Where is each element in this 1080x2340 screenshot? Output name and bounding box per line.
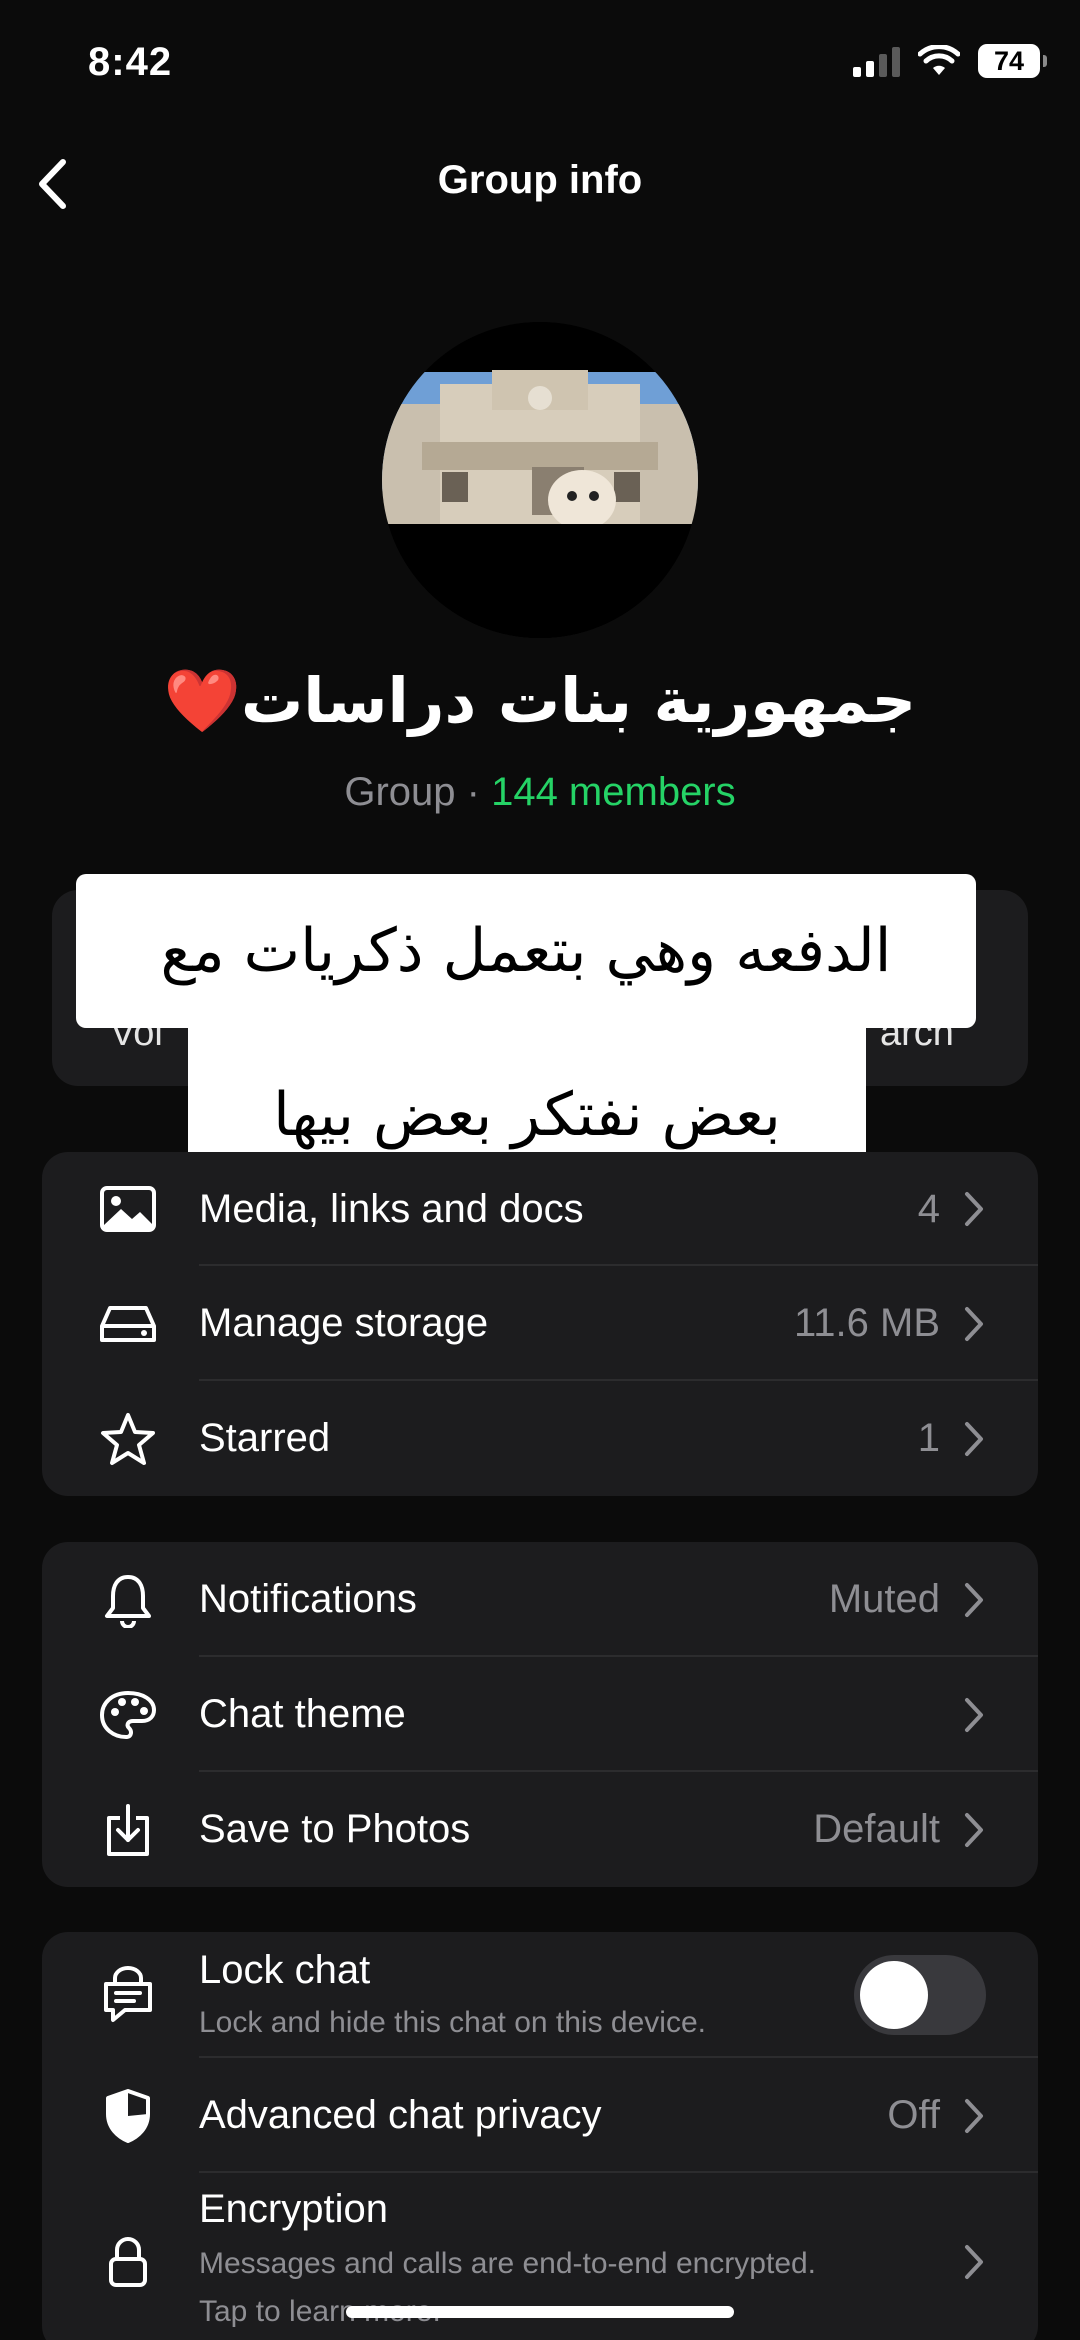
settings-section: Notifications Muted Chat theme Save to P…	[42, 1542, 1038, 1887]
row-label: Lock chat	[199, 1948, 371, 1992]
row-label: Media, links and docs	[199, 1186, 584, 1231]
row-chat-theme[interactable]: Chat theme	[42, 1657, 1038, 1772]
row-label: Save to Photos	[199, 1807, 471, 1851]
lock-chat-icon	[96, 1963, 160, 2027]
row-label: Starred	[199, 1416, 331, 1460]
photo-icon	[96, 1177, 160, 1241]
wifi-icon	[918, 45, 960, 75]
cellular-signal-icon	[853, 45, 900, 77]
row-media-links-docs[interactable]: Media, links and docs 4	[42, 1152, 1038, 1266]
status-time: 8:42	[88, 40, 173, 84]
media-section: Media, links and docs 4 Manage storage 1…	[42, 1152, 1038, 1496]
chevron-right-icon	[965, 1697, 983, 1732]
row-notifications[interactable]: Notifications Muted	[42, 1542, 1038, 1657]
row-value: 1	[917, 1416, 940, 1460]
row-value: Off	[887, 2093, 940, 2137]
row-value: Muted	[828, 1577, 940, 1621]
row-value: 11.6 MB	[794, 1301, 940, 1345]
row-label: Encryption	[199, 2187, 388, 2231]
group-avatar-image	[382, 322, 698, 638]
storage-icon	[96, 1292, 160, 1356]
row-label: Advanced chat privacy	[199, 2093, 602, 2137]
palette-icon	[96, 1683, 160, 1747]
row-advanced-chat-privacy[interactable]: Advanced chat privacy Off	[42, 2058, 1038, 2173]
download-icon	[96, 1798, 160, 1862]
chevron-right-icon	[965, 1812, 983, 1847]
bell-icon	[96, 1568, 160, 1632]
lock-icon	[96, 2230, 160, 2294]
group-name: جمهورية بنات دراسات❤️	[163, 664, 917, 737]
status-icons: 74	[853, 44, 1047, 78]
row-save-to-photos[interactable]: Save to Photos Default	[42, 1772, 1038, 1887]
row-lock-chat[interactable]: Lock chat Lock and hide this chat on thi…	[42, 1932, 1038, 2058]
home-indicator[interactable]	[346, 2306, 734, 2318]
chevron-right-icon	[965, 2098, 983, 2133]
chevron-right-icon	[965, 1192, 983, 1226]
chevron-right-icon	[965, 1421, 983, 1456]
battery-indicator: 74	[978, 44, 1047, 78]
chevron-right-icon	[965, 2245, 983, 2279]
row-value: 4	[917, 1186, 940, 1231]
group-avatar[interactable]	[382, 322, 698, 638]
chevron-right-icon	[965, 1582, 983, 1617]
video-caption-line-1: الدفعه وهي بتعمل ذكريات مع	[76, 874, 976, 1028]
star-icon	[96, 1407, 160, 1471]
chevron-right-icon	[965, 1306, 983, 1341]
row-subtitle: Lock and hide this chat on this device.	[199, 2006, 706, 2039]
group-type-label: Group ·	[344, 770, 492, 814]
row-label: Manage storage	[199, 1301, 489, 1345]
row-label: Notifications	[199, 1577, 417, 1621]
group-meta: Group · 144 members	[0, 770, 1080, 815]
row-starred[interactable]: Starred 1	[42, 1381, 1038, 1496]
row-manage-storage[interactable]: Manage storage 11.6 MB	[42, 1266, 1038, 1381]
row-value: Default	[813, 1807, 940, 1851]
members-count-link[interactable]: 144 members	[491, 770, 736, 814]
lock-chat-toggle[interactable]	[854, 1955, 986, 2035]
shield-icon	[96, 2084, 160, 2148]
page-title: Group info	[437, 158, 643, 202]
row-label: Chat theme	[199, 1692, 406, 1736]
row-subtitle-1: Messages and calls are end-to-end encryp…	[199, 2247, 817, 2280]
privacy-section: Lock chat Lock and hide this chat on thi…	[42, 1932, 1038, 2340]
